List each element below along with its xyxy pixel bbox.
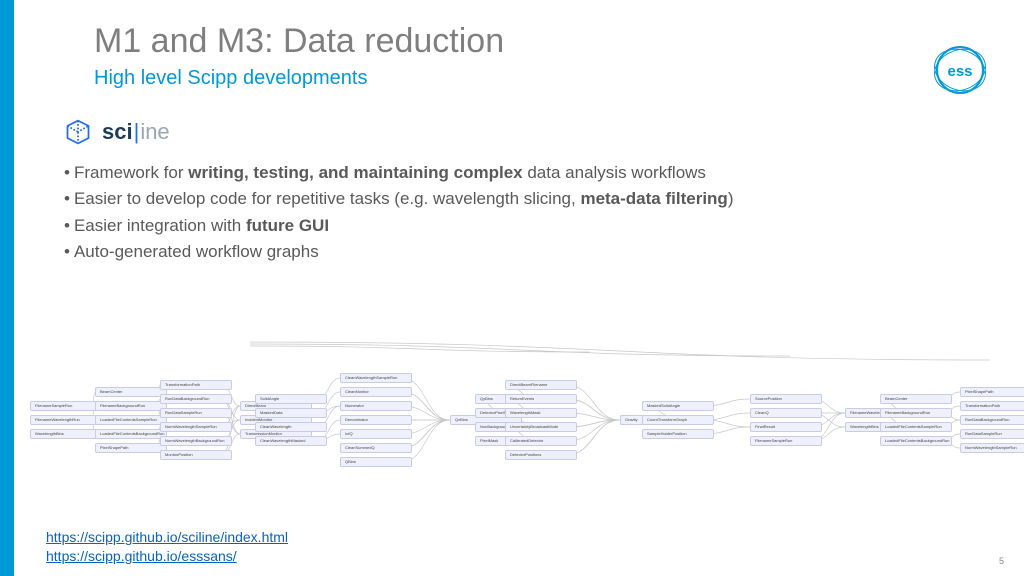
graph-node: DirectBeamFilename (505, 380, 577, 390)
sciline-wordmark: sci|ine (102, 119, 170, 145)
sciline-icon (64, 118, 92, 146)
graph-node: SourcePosition (750, 394, 822, 404)
graph-node: QBins (340, 457, 412, 467)
page-number: 5 (999, 556, 1004, 566)
graph-node: RunDataSampleRun (160, 408, 232, 418)
graph-node: UncertaintyBroadcastMode (505, 422, 577, 432)
graph-node: LoadedFileContentsBackgroundRun (880, 436, 952, 446)
graph-node: RunDataBackgroundRun (160, 394, 232, 404)
graph-node: SampleHolderPosition (642, 429, 714, 439)
graph-node: FilenameSampleRun (30, 401, 102, 411)
graph-node: CleanWavelengthSampleRun (340, 373, 412, 383)
graph-node: MaskedSolidAngle (642, 401, 714, 411)
link-sciline-docs[interactable]: https://scipp.github.io/sciline/index.ht… (46, 528, 288, 547)
graph-node: NormWavelengthSampleRun (160, 422, 232, 432)
graph-node: LoadedFileContentsBackgroundRun (95, 429, 167, 439)
graph-node: ReturnEvents (505, 394, 577, 404)
page-subtitle: High level Scipp developments (94, 67, 994, 90)
graph-node: LoadedFileContentsSampleRun (95, 415, 167, 425)
graph-node: BeamCenter (880, 394, 952, 404)
graph-node: CleanWavelength (255, 422, 327, 432)
graph-node: RunDataSampleRun (960, 429, 1024, 439)
graph-node: MaskedData (255, 408, 327, 418)
reference-links: https://scipp.github.io/sciline/index.ht… (46, 528, 288, 566)
bullet-item: Framework for writing, testing, and main… (64, 160, 994, 186)
graph-node: IofQ (340, 429, 412, 439)
graph-node: CleanSummedQ (340, 443, 412, 453)
graph-node: Denominator (340, 415, 412, 425)
graph-node: BeamCenter (95, 387, 167, 397)
graph-node: NormWavelengthSampleRun (960, 443, 1024, 453)
graph-node: FilenameBackgroundRun (880, 408, 952, 418)
graph-node: CalibratedDetector (505, 436, 577, 446)
workflow-graph: FilenameSampleRun FilenameWavelengthRun Wa… (30, 330, 1024, 500)
graph-node: RunDataBackgroundRun (960, 415, 1024, 425)
graph-node: FinalResult (750, 422, 822, 432)
graph-node: Numerator (340, 401, 412, 411)
graph-node: CoordTransformGraph (642, 415, 714, 425)
link-esssans-docs[interactable]: https://scipp.github.io/esssans/ (46, 547, 288, 566)
sciline-strong: sci (102, 119, 133, 144)
graph-node: LoadedFileContentsSampleRun (880, 422, 952, 432)
graph-node: MonitorPosition (160, 450, 232, 460)
graph-node: PixelShapePath (95, 443, 167, 453)
accent-bar (0, 0, 14, 576)
graph-node: FilenameBackgroundRun (95, 401, 167, 411)
page-title: M1 and M3: Data reduction (94, 22, 994, 61)
graph-node: TransformationPath (160, 380, 232, 390)
graph-node: FilenameSampleRun (750, 436, 822, 446)
graph-node: FilenameWavelengthRun (30, 415, 102, 425)
graph-node: SolidAngle (255, 394, 327, 404)
graph-node: NormWavelengthBackgroundRun (160, 436, 232, 446)
graph-node: CleanMonitor (340, 387, 412, 397)
graph-node: DetectorPositions (505, 450, 577, 460)
sciline-logo: sci|ine (64, 118, 994, 146)
bullet-list: Framework for writing, testing, and main… (64, 160, 994, 265)
graph-node: WavelengthMask (505, 408, 577, 418)
graph-node: PixelShapePath (960, 387, 1024, 397)
bullet-item: Easier to develop code for repetitive ta… (64, 186, 994, 212)
bullet-item: Auto-generated workflow graphs (64, 239, 994, 265)
graph-node: CleanWavelengthMasked (255, 436, 327, 446)
graph-node: CleanQ (750, 408, 822, 418)
graph-node: TransformationPath (960, 401, 1024, 411)
slide: ess M1 and M3: Data reduction High level… (0, 0, 1024, 576)
graph-node: WavelengthBins (30, 429, 102, 439)
sciline-thin: ine (140, 119, 169, 144)
bullet-item: Easier integration with future GUI (64, 213, 994, 239)
